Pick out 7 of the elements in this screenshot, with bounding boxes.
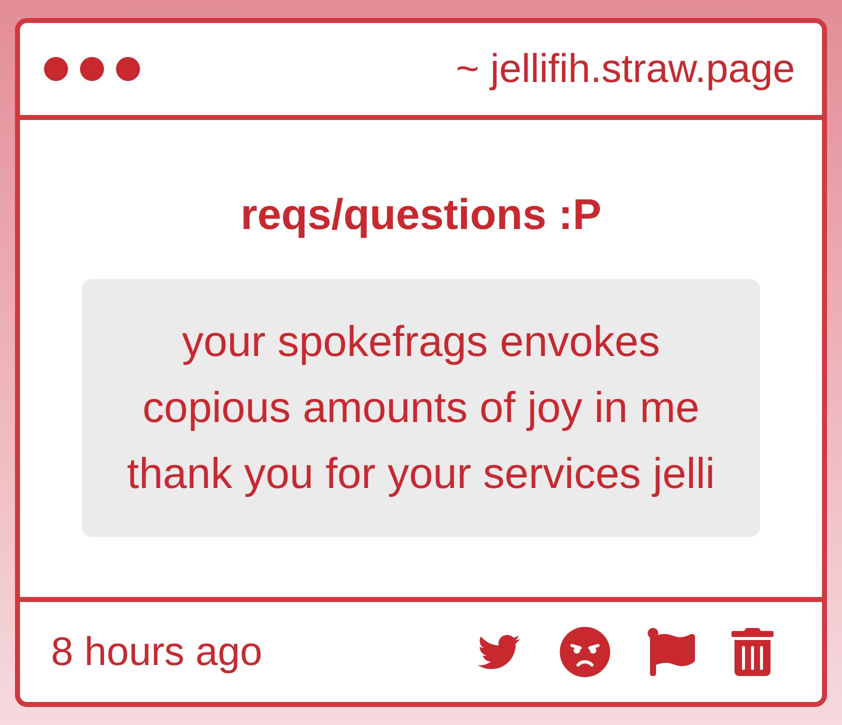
post-title: reqs/questions :P bbox=[240, 190, 602, 241]
page-address: ~ jellifih.straw.page bbox=[456, 46, 795, 92]
flag-icon[interactable] bbox=[646, 628, 696, 676]
angry-face-icon[interactable] bbox=[559, 626, 611, 678]
trash-icon[interactable] bbox=[731, 628, 774, 676]
message-text: your spokefrags envokes copious amounts of joy in me thank you for your services jelli bbox=[127, 317, 715, 500]
timestamp: 8 hours ago bbox=[51, 629, 262, 675]
